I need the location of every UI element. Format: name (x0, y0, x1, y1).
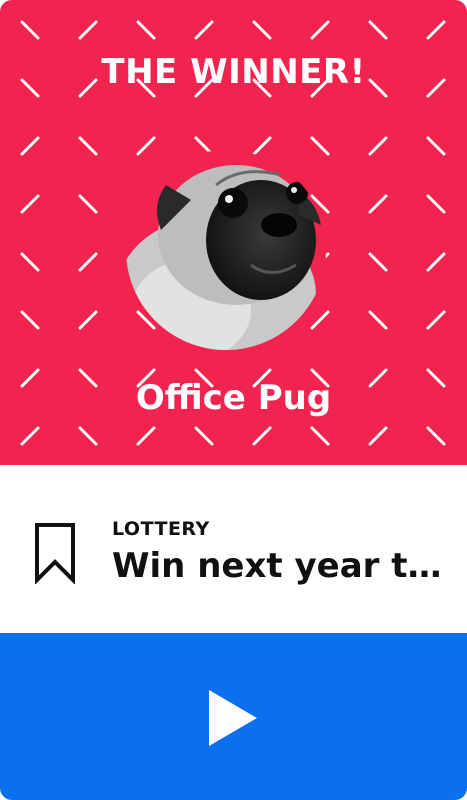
confetti-dash (194, 426, 214, 446)
bookmark-icon[interactable] (34, 522, 76, 584)
confetti-dash (78, 252, 98, 272)
confetti-dash (368, 194, 388, 214)
confetti-dash (194, 20, 214, 40)
confetti-dash (426, 252, 446, 272)
prize-info: LOTTERY Win next year ti… (0, 465, 467, 633)
lottery-card: THE WINNER! Office Pug LOTTERY Win next … (0, 0, 467, 800)
confetti-dash (20, 252, 40, 272)
confetti-dash (252, 20, 272, 40)
confetti-dash (136, 20, 156, 40)
confetti-dash (20, 426, 40, 446)
confetti-dash (426, 426, 446, 446)
confetti-dash (426, 310, 446, 330)
confetti-dash (426, 194, 446, 214)
play-button[interactable] (0, 633, 467, 800)
confetti-dash (78, 310, 98, 330)
confetti-dash (20, 310, 40, 330)
confetti-dash (252, 426, 272, 446)
confetti-dash (20, 20, 40, 40)
confetti-dash (78, 136, 98, 156)
confetti-dash (368, 136, 388, 156)
confetti-dash (20, 136, 40, 156)
confetti-dash (78, 20, 98, 40)
winner-name: Office Pug (135, 378, 332, 418)
winner-headline: THE WINNER! (101, 52, 366, 92)
confetti-dash (78, 194, 98, 214)
confetti-dash (78, 426, 98, 446)
confetti-dash (310, 20, 330, 40)
pug-photo (126, 150, 326, 350)
confetti-dash (310, 426, 330, 446)
play-icon (209, 690, 257, 746)
confetti-dash (368, 252, 388, 272)
confetti-dash (368, 310, 388, 330)
confetti-dash (368, 426, 388, 446)
confetti-dash (20, 194, 40, 214)
confetti-dash (136, 426, 156, 446)
confetti-dash (368, 20, 388, 40)
confetti-dash (426, 20, 446, 40)
prize-title[interactable]: Win next year ti… (112, 542, 442, 590)
winner-hero: THE WINNER! Office Pug (0, 0, 467, 465)
confetti-dash (426, 136, 446, 156)
prize-category: LOTTERY (112, 518, 210, 540)
